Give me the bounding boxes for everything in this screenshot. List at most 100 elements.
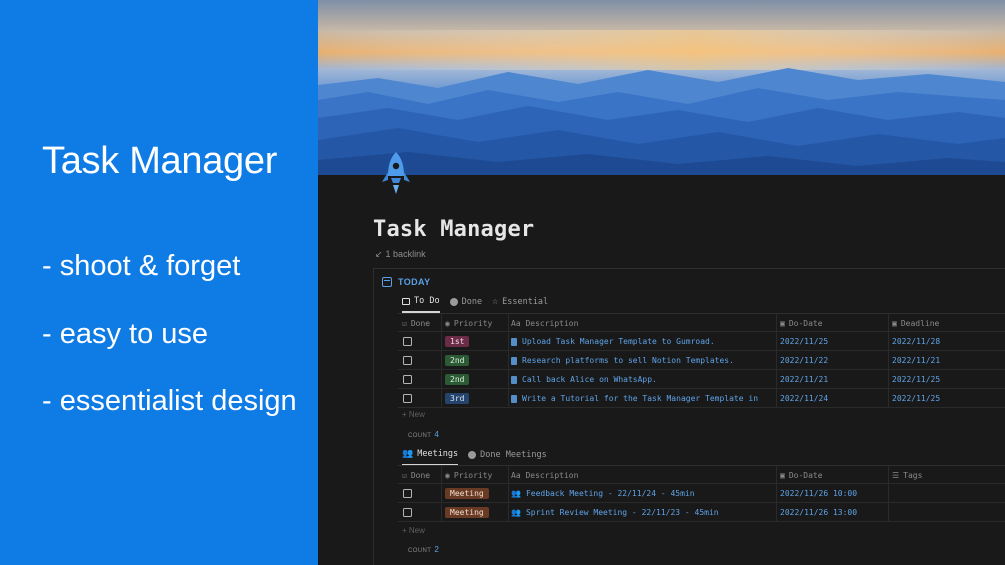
task-link[interactable]: Research platforms to sell Notion Templa… xyxy=(511,356,734,365)
promo-panel: Task Manager - shoot & forget - easy to … xyxy=(0,0,318,565)
col-priority[interactable]: ◉ Priority xyxy=(445,466,507,485)
tab-label: Meetings xyxy=(417,449,459,459)
meeting-link[interactable]: 👥 Feedback Meeting - 22/11/24 - 45min xyxy=(511,489,695,498)
people-icon: 👥 xyxy=(511,489,521,498)
meetings-table: ☑ Done ◉ Priority Aa Description ▣ Do-Date … xyxy=(398,465,1005,522)
check-circle-icon xyxy=(449,298,458,306)
promo-feature: - easy to use xyxy=(42,318,209,350)
task-title: Write a Tutorial for the Task Manager Te… xyxy=(522,394,759,403)
table-row[interactable]: 2nd Call back Alice on WhatsApp. 2022/11… xyxy=(398,370,1005,389)
done-checkbox[interactable] xyxy=(403,337,412,346)
table-row[interactable]: Meeting 👥 Feedback Meeting - 22/11/24 - 4… xyxy=(398,484,1005,503)
col-label: Tags xyxy=(903,471,923,480)
tags-cell[interactable] xyxy=(892,484,1005,503)
table-header: ☑ Done ◉ Priority Aa Description ▣ Do-Date … xyxy=(398,465,1005,484)
col-label: Priority xyxy=(453,319,493,328)
col-deadline[interactable]: ▣ Deadline xyxy=(892,314,1005,333)
col-label: Aa Description xyxy=(511,319,579,328)
do-date[interactable]: 2022/11/26 13:00 xyxy=(780,508,857,517)
new-row-button[interactable]: + New xyxy=(402,410,425,419)
today-table: ☑ Done ◉ Priority Aa Description ▣ Do-Date … xyxy=(398,313,1005,408)
do-date[interactable]: 2022/11/26 10:00 xyxy=(780,489,857,498)
priority-badge[interactable]: Meeting xyxy=(445,507,489,518)
backlink[interactable]: ↙ 1 backlink xyxy=(375,249,426,260)
page-icon xyxy=(511,394,517,403)
col-label: Done xyxy=(410,471,431,480)
calendar-icon: ▣ xyxy=(780,471,785,480)
deadline[interactable]: 2022/11/25 xyxy=(892,394,940,403)
table-row[interactable]: Meeting 👥 Sprint Review Meeting - 22/11/2… xyxy=(398,503,1005,522)
do-date[interactable]: 2022/11/22 xyxy=(780,356,828,365)
task-link[interactable]: Call back Alice on WhatsApp. xyxy=(511,375,657,384)
promo-title: Task Manager xyxy=(42,140,278,182)
count-label: COUNT xyxy=(408,548,432,554)
col-label: Priority xyxy=(453,471,493,480)
tab-to-do[interactable]: To Do xyxy=(402,296,440,313)
tab-essential[interactable]: ☆ Essential xyxy=(492,296,548,313)
tab-meetings[interactable]: 👥 Meetings xyxy=(402,449,459,466)
table-row[interactable]: 3rd Write a Tutorial for the Task Manage… xyxy=(398,389,1005,408)
people-icon: 👥 xyxy=(402,449,414,459)
tab-label: Essential xyxy=(502,297,549,307)
new-row-button[interactable]: + New xyxy=(402,526,425,535)
col-do-date[interactable]: ▣ Do-Date xyxy=(780,314,888,333)
count-summary: COUNT 4 xyxy=(408,430,439,439)
col-done[interactable]: ☑ Done xyxy=(402,466,442,485)
col-label: Do-Date xyxy=(788,319,823,328)
page-icon xyxy=(511,375,517,384)
done-checkbox[interactable] xyxy=(403,375,412,384)
task-title: Research platforms to sell Notion Templa… xyxy=(522,356,734,365)
count-value: 4 xyxy=(434,430,440,439)
meetings-view-tabs: 👥 Meetings Done Meetings xyxy=(402,449,547,466)
table-row[interactable]: 2nd Research platforms to sell Notion Te… xyxy=(398,351,1005,370)
cover-image[interactable] xyxy=(318,0,1005,175)
task-link[interactable]: Write a Tutorial for the Task Manager Te… xyxy=(511,394,758,403)
deadline[interactable]: 2022/11/21 xyxy=(892,356,940,365)
promo-feature: - essentialist design xyxy=(42,385,297,417)
today-view-tabs: To Do Done ☆ Essential xyxy=(402,296,548,313)
task-link[interactable]: Upload Task Manager Template to Gumroad. xyxy=(511,337,715,346)
col-label: Aa Description xyxy=(511,471,579,480)
rocket-icon[interactable] xyxy=(380,150,412,198)
done-checkbox[interactable] xyxy=(403,489,412,498)
col-description[interactable]: Aa Description xyxy=(511,466,776,485)
task-title: Upload Task Manager Template to Gumroad. xyxy=(522,337,715,346)
priority-badge[interactable]: 2nd xyxy=(445,355,470,366)
page-title: Task Manager xyxy=(373,217,535,242)
tags-cell[interactable] xyxy=(892,503,1005,522)
priority-badge[interactable]: 1st xyxy=(445,336,470,347)
tab-label: Done Meetings xyxy=(480,450,547,460)
checkbox-icon: ☑ xyxy=(402,319,407,328)
count-summary: COUNT 2 xyxy=(408,545,439,554)
do-date[interactable]: 2022/11/24 xyxy=(780,394,828,403)
calendar-icon: ▣ xyxy=(892,319,897,328)
col-description[interactable]: Aa Description xyxy=(511,314,776,333)
table-header: ☑ Done ◉ Priority Aa Description ▣ Do-Date … xyxy=(398,313,1005,332)
priority-badge[interactable]: Meeting xyxy=(445,488,489,499)
col-label: Deadline xyxy=(900,319,940,328)
promo-feature: - shoot & forget xyxy=(42,250,241,282)
priority-badge[interactable]: 2nd xyxy=(445,374,470,385)
table-row[interactable]: 1st Upload Task Manager Template to Gumr… xyxy=(398,332,1005,351)
col-done[interactable]: ☑ Done xyxy=(402,314,442,333)
deadline[interactable]: 2022/11/25 xyxy=(892,375,940,384)
col-priority[interactable]: ◉ Priority xyxy=(445,314,507,333)
list-icon: ☰ xyxy=(892,471,900,480)
today-heading[interactable]: TODAY xyxy=(382,277,431,287)
col-tags[interactable]: ☰ Tags xyxy=(892,466,1005,485)
col-do-date[interactable]: ▣ Do-Date xyxy=(780,466,888,485)
status-icon: ◉ xyxy=(445,471,450,480)
done-checkbox[interactable] xyxy=(403,394,412,403)
do-date[interactable]: 2022/11/21 xyxy=(780,375,828,384)
col-label: Do-Date xyxy=(788,471,823,480)
meeting-link[interactable]: 👥 Sprint Review Meeting - 22/11/23 - 45mi… xyxy=(511,508,719,517)
priority-badge[interactable]: 3rd xyxy=(445,393,470,404)
calendar-icon: ▣ xyxy=(780,319,785,328)
done-checkbox[interactable] xyxy=(403,356,412,365)
deadline[interactable]: 2022/11/28 xyxy=(892,337,940,346)
tab-done-meetings[interactable]: Done Meetings xyxy=(468,449,547,466)
done-checkbox[interactable] xyxy=(403,508,412,517)
page-icon xyxy=(511,356,517,365)
tab-done[interactable]: Done xyxy=(449,296,482,313)
do-date[interactable]: 2022/11/25 xyxy=(780,337,828,346)
